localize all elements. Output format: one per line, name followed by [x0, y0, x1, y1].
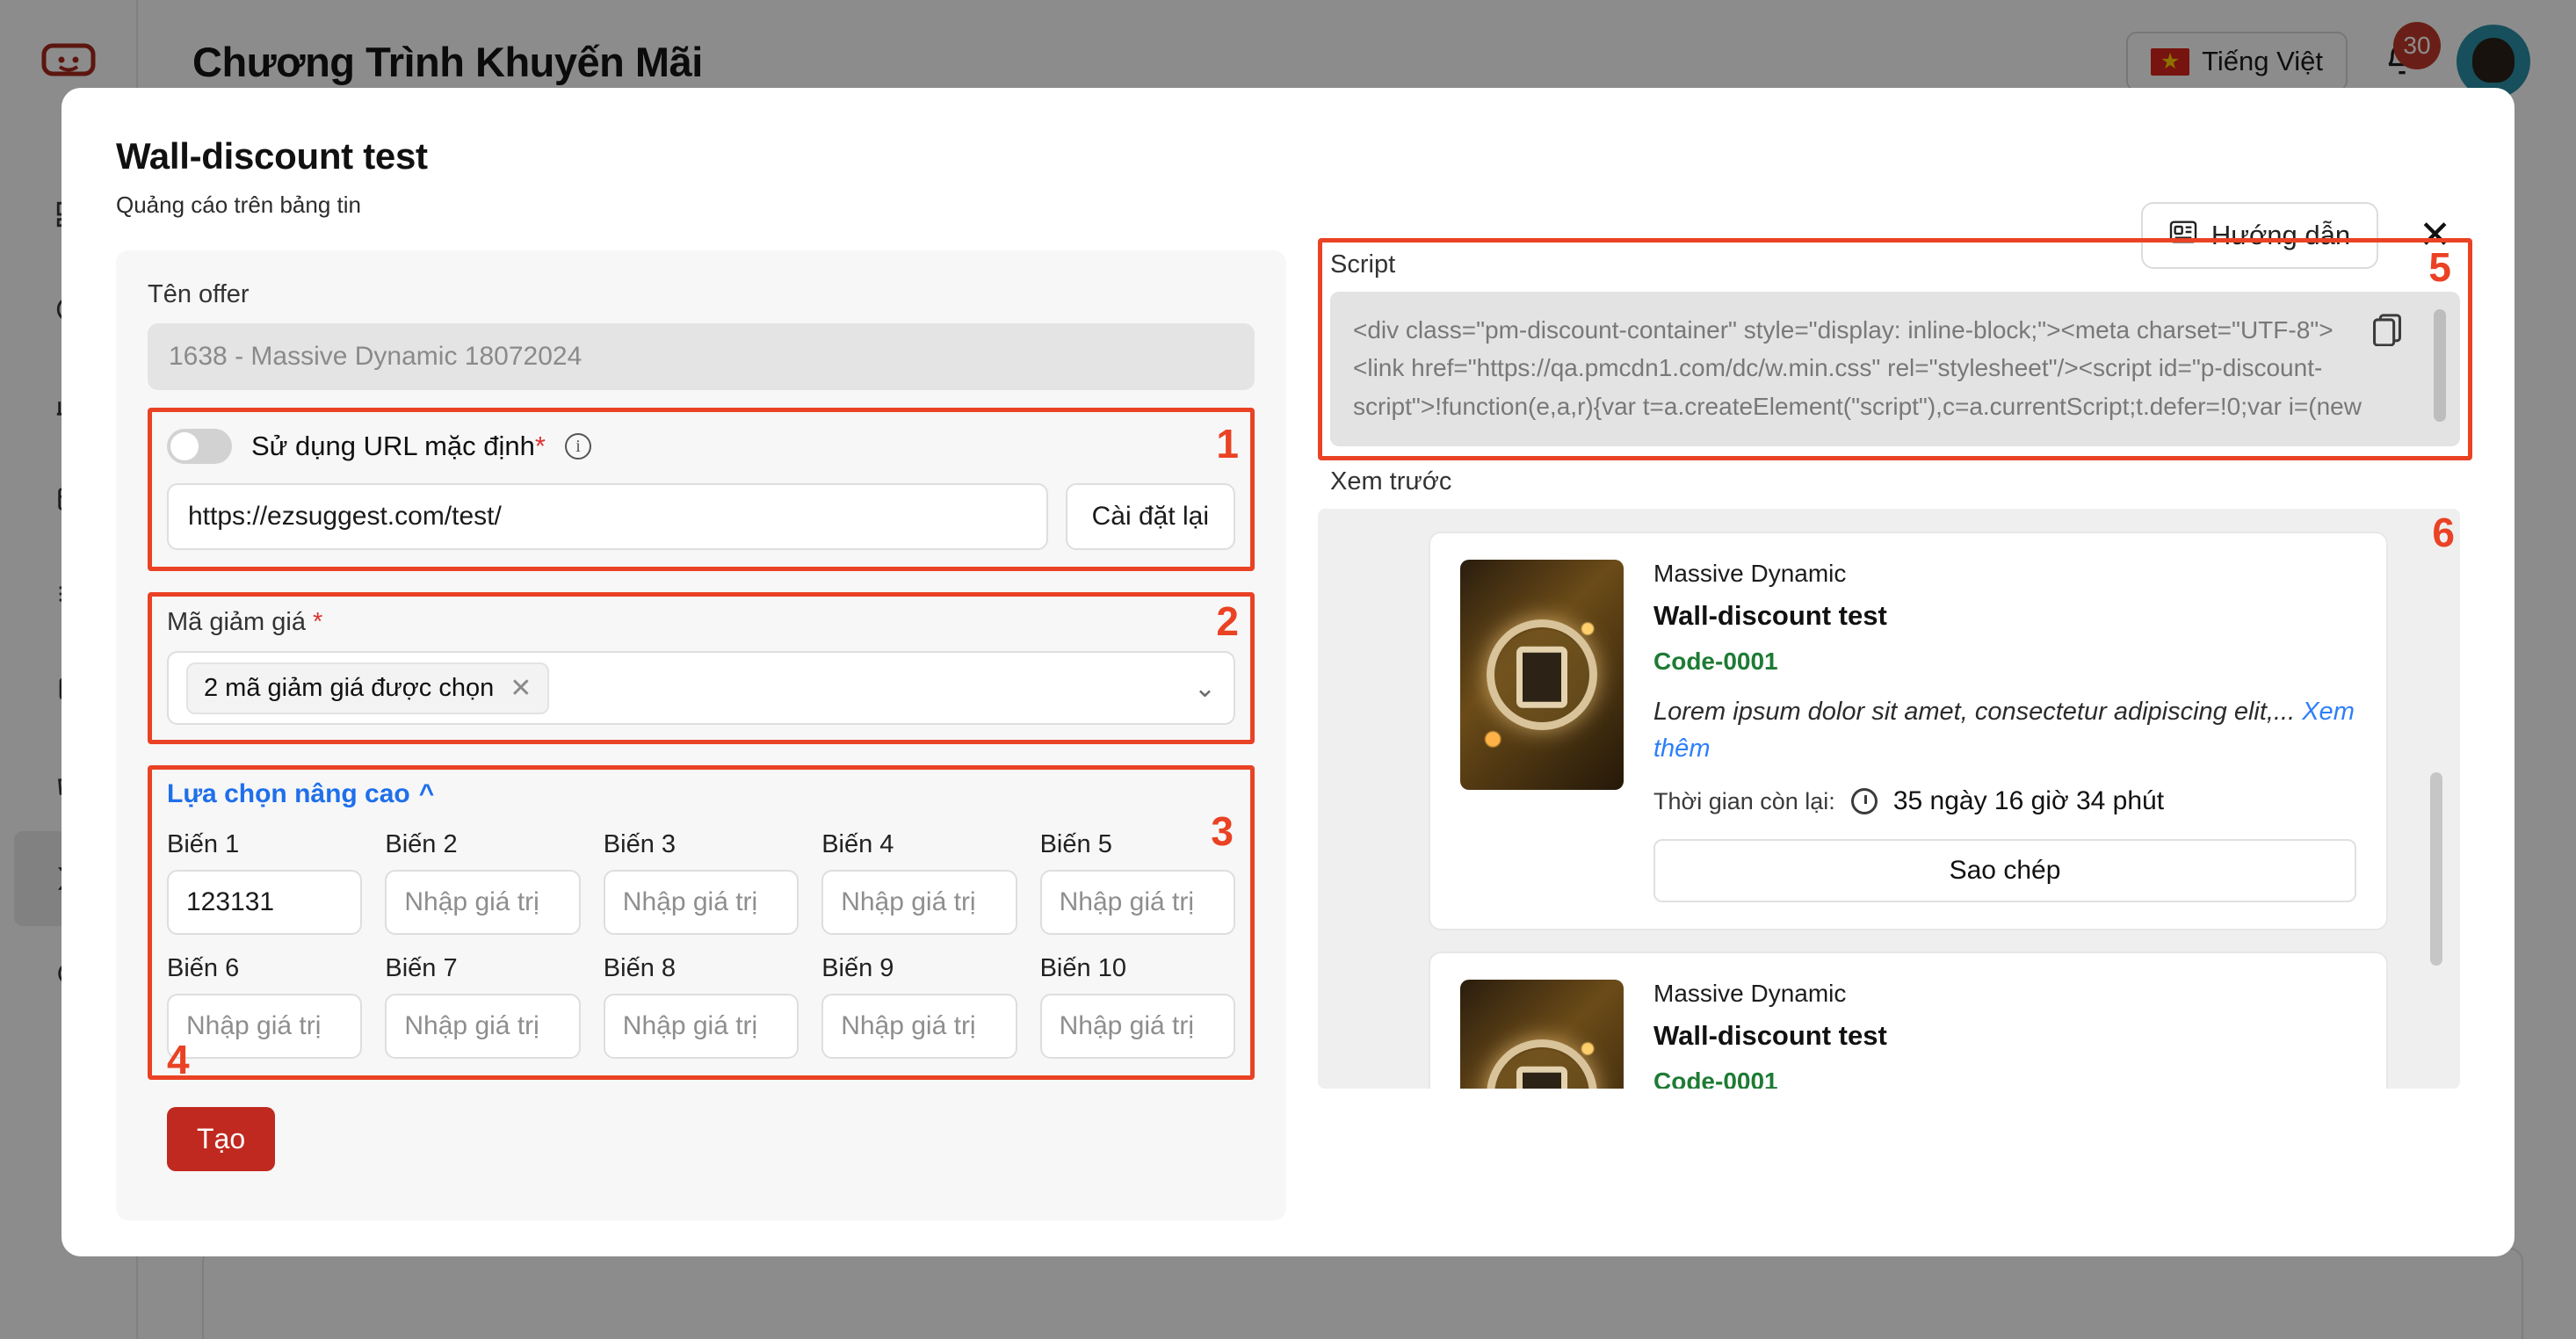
- variable-input[interactable]: Nhập giá trị: [385, 994, 581, 1059]
- variable-label: Biến 8: [603, 954, 677, 982]
- modal-subtitle: Quảng cáo trên bảng tin: [116, 192, 361, 218]
- preview-brand: Massive Dynamic: [1653, 560, 1847, 587]
- variable-input[interactable]: Nhập giá trị: [821, 870, 1017, 935]
- advanced-options-label: Lựa chọn nâng cao: [167, 779, 410, 808]
- preview-card: Massive Dynamic Wall-discount test Code-…: [1429, 952, 2388, 1089]
- variable-input[interactable]: Nhập giá trị: [167, 994, 363, 1059]
- default-url-toggle-row: Sử dụng URL mặc định* i: [167, 429, 1235, 464]
- variable-input[interactable]: Nhập giá trị: [821, 994, 1017, 1059]
- variable-label: Biến 1: [167, 830, 240, 858]
- modal-title: Wall-discount test: [116, 135, 428, 177]
- variable-input[interactable]: Nhập giá trị: [385, 870, 581, 935]
- variable-input[interactable]: 123131: [167, 870, 363, 935]
- preview-panel: 5 Script <div class="pm-discount-contain…: [1318, 238, 2472, 1220]
- wall-discount-modal: Wall-discount test Quảng cáo trên bảng t…: [62, 88, 2514, 1256]
- preview-time-label: Thời gian còn lại:: [1653, 787, 1835, 814]
- variable-cell: Biến 5 Nhập giá trị: [1039, 830, 1235, 935]
- advanced-options-toggle[interactable]: Lựa chọn nâng cao ^: [167, 779, 434, 809]
- variable-input[interactable]: Nhập giá trị: [603, 870, 800, 935]
- guide-icon: [2169, 220, 2197, 251]
- variable-cell: Biến 10 Nhập giá trị: [1039, 954, 1235, 1059]
- variable-label: Biến 9: [821, 954, 894, 982]
- offer-form-panel: Tên offer 1638 - Massive Dynamic 1807202…: [116, 250, 1286, 1220]
- preview-area: 6 Massive Dynamic Wall-discount test Cod…: [1318, 509, 2460, 1089]
- create-button[interactable]: Tạo: [167, 1107, 276, 1171]
- script-label: Script: [1330, 250, 1396, 279]
- clock-icon: [1850, 788, 1878, 815]
- variable-label: Biến 6: [167, 954, 240, 982]
- variable-cell: Biến 7 Nhập giá trị: [385, 954, 581, 1059]
- variable-label: Biến 5: [1039, 830, 1112, 858]
- script-code-text: <div class="pm-discount-container" style…: [1353, 316, 2362, 420]
- variables-grid: Biến 1 123131 Biến 2 Nhập giá trị Biến 3 Nh…: [167, 830, 1235, 1059]
- preview-scrollbar[interactable]: [2430, 772, 2442, 966]
- annotation-number-5: 5: [2428, 244, 2451, 290]
- reset-url-button[interactable]: Cài đặt lại: [1065, 483, 1235, 550]
- variable-input[interactable]: Nhập giá trị: [603, 994, 800, 1059]
- lock-coin-image: [1460, 980, 1624, 1089]
- discount-code-select[interactable]: 2 mã giảm giá được chọn ✕ ⌄: [167, 651, 1235, 725]
- discount-chip[interactable]: 2 mã giảm giá được chọn ✕: [186, 662, 550, 714]
- required-asterisk: *: [534, 431, 546, 461]
- variable-cell: Biến 6 Nhập giá trị: [167, 954, 363, 1059]
- modal-header: Wall-discount test Quảng cáo trên bảng t…: [62, 88, 2514, 269]
- variable-cell: Biến 3 Nhập giá trị: [603, 830, 800, 935]
- preview-label: Xem trước: [1330, 467, 1452, 496]
- chevron-up-icon: ^: [418, 779, 435, 808]
- preview-card-info: Massive Dynamic Wall-discount test Code-…: [1653, 560, 2356, 903]
- copy-icon[interactable]: [2372, 313, 2402, 347]
- discount-chip-label: 2 mã giảm giá được chọn: [204, 673, 495, 702]
- preview-code: Code-0001: [1653, 648, 1778, 675]
- variable-input[interactable]: Nhập giá trị: [1039, 994, 1235, 1059]
- default-url-label: Sử dụng URL mặc định*: [251, 431, 546, 461]
- modal-body: Tên offer 1638 - Massive Dynamic 1807202…: [62, 219, 2514, 1220]
- variable-cell: Biến 8 Nhập giá trị: [603, 954, 800, 1059]
- preview-card-info: Massive Dynamic Wall-discount test Code-…: [1653, 980, 2356, 1089]
- lock-coin-image: [1460, 560, 1624, 790]
- preview-time-row: Thời gian còn lại: 35 ngày 16 giờ 34 phú…: [1653, 786, 2356, 816]
- advanced-options-section: 3 Lựa chọn nâng cao ^ Biến 1 123131 Biến …: [148, 765, 1255, 1080]
- script-section: 5 Script <div class="pm-discount-contain…: [1318, 238, 2472, 460]
- preview-title: Wall-discount test: [1653, 600, 1887, 631]
- preview-brand: Massive Dynamic: [1653, 980, 1847, 1008]
- variable-cell: Biến 1 123131: [167, 830, 363, 935]
- variable-input[interactable]: Nhập giá trị: [1039, 870, 1235, 935]
- chip-remove-icon[interactable]: ✕: [510, 673, 532, 704]
- annotation-number-3: 3: [1211, 808, 1234, 854]
- default-url-section: 1 Sử dụng URL mặc định* i https://ezsugg…: [148, 408, 1255, 571]
- info-icon[interactable]: i: [564, 433, 591, 460]
- preview-copy-button[interactable]: Sao chép: [1653, 839, 2356, 903]
- preview-time-value: 35 ngày 16 giờ 34 phút: [1892, 786, 2165, 816]
- discount-code-label: Mã giảm giá *: [167, 608, 323, 636]
- url-row: https://ezsuggest.com/test/ Cài đặt lại: [167, 483, 1235, 550]
- variable-cell: Biến 2 Nhập giá trị: [385, 830, 581, 935]
- variable-cell: Biến 4 Nhập giá trị: [821, 830, 1017, 935]
- preview-title: Wall-discount test: [1653, 1020, 1887, 1052]
- variable-label: Biến 7: [385, 954, 458, 982]
- offer-name-input: 1638 - Massive Dynamic 18072024: [148, 323, 1255, 390]
- annotation-number-4: 4: [167, 1037, 190, 1082]
- script-code-box[interactable]: <div class="pm-discount-container" style…: [1330, 292, 2460, 446]
- chevron-down-icon[interactable]: ⌄: [1194, 673, 1216, 704]
- discount-code-section: 2 Mã giảm giá * 2 mã giảm giá được chọn …: [148, 592, 1255, 744]
- preview-code: Code-0001: [1653, 1068, 1778, 1089]
- variable-label: Biến 3: [603, 830, 677, 858]
- offer-name-group: Tên offer 1638 - Massive Dynamic 1807202…: [148, 280, 1255, 390]
- guide-button-label: Hướng dẫn: [2211, 220, 2351, 250]
- variable-label: Biến 10: [1039, 954, 1126, 982]
- url-input[interactable]: https://ezsuggest.com/test/: [167, 483, 1048, 550]
- default-url-toggle[interactable]: [167, 429, 232, 464]
- annotation-number-1: 1: [1216, 421, 1239, 467]
- variable-label: Biến 4: [821, 830, 894, 858]
- variable-label: Biến 2: [385, 830, 458, 858]
- preview-description-text: Lorem ipsum dolor sit amet, consectetur …: [1653, 698, 2296, 726]
- screenshot-root: Chương Trình Khuyến Mãi ★ Tiếng Việt 30: [0, 0, 2576, 1339]
- annotation-number-6: 6: [2432, 510, 2455, 555]
- script-scrollbar[interactable]: [2434, 309, 2446, 422]
- annotation-number-2: 2: [1216, 598, 1239, 644]
- variable-cell: Biến 9 Nhập giá trị: [821, 954, 1017, 1059]
- offer-name-label: Tên offer: [148, 280, 250, 308]
- preview-description: Lorem ipsum dolor sit amet, consectetur …: [1653, 693, 2356, 767]
- preview-card: Massive Dynamic Wall-discount test Code-…: [1429, 532, 2388, 931]
